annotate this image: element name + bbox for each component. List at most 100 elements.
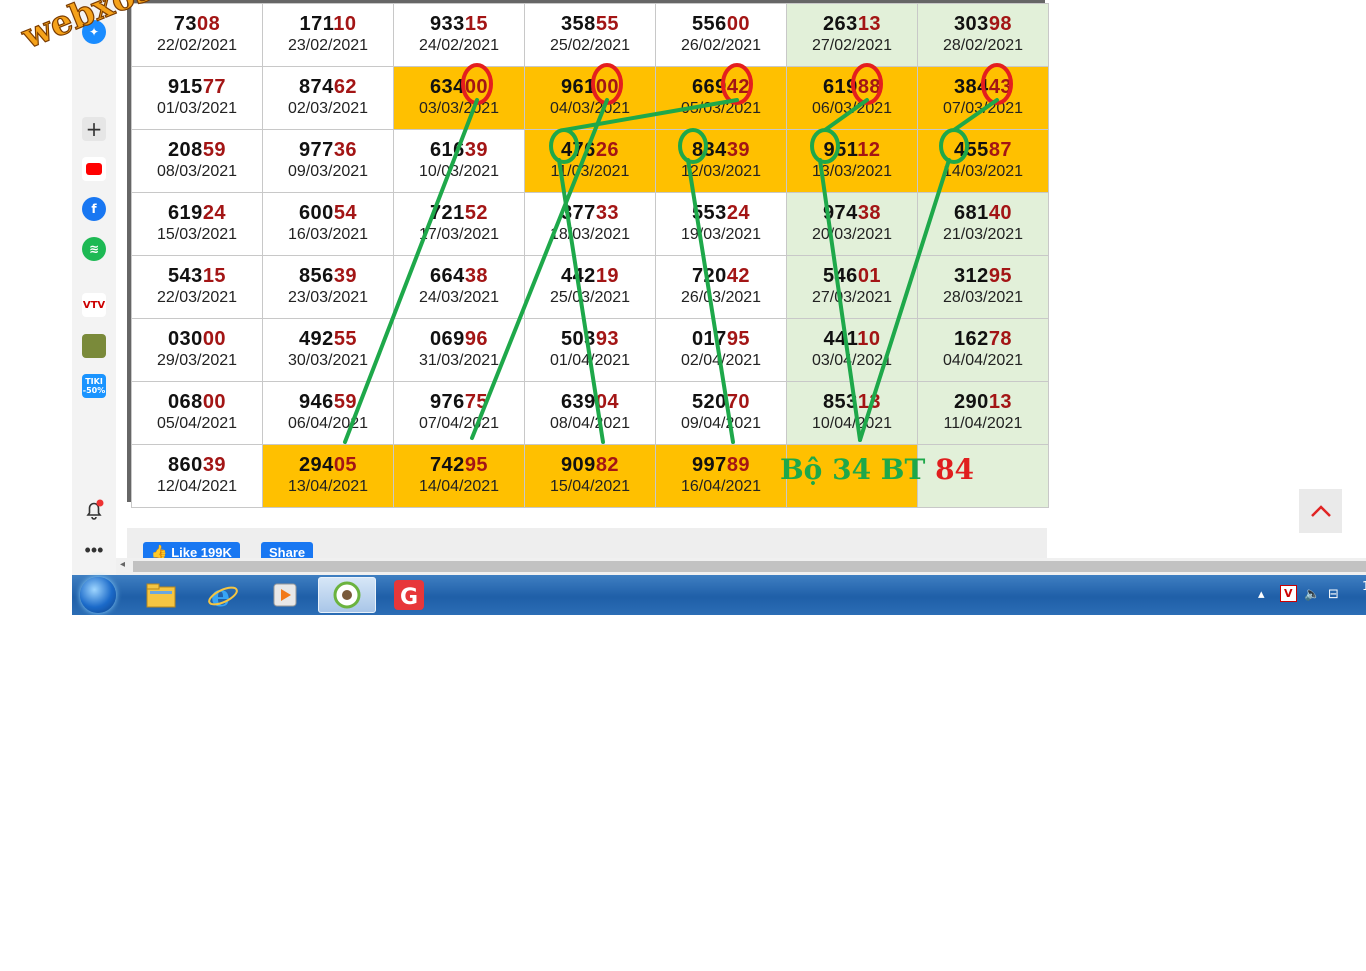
result-number: 37733 xyxy=(525,202,655,226)
horizontal-scrollbar[interactable]: ◂ xyxy=(116,558,1366,575)
tiki-discount: -50% xyxy=(82,386,106,395)
result-date: 30/03/2021 xyxy=(287,352,369,369)
result-date: 15/04/2021 xyxy=(549,478,631,495)
result-cell: 54601 27/03/2021 xyxy=(786,255,918,319)
number-prefix: 069 xyxy=(429,328,465,350)
v-icon[interactable]: V xyxy=(1280,585,1297,602)
number-prefix: 874 xyxy=(298,76,334,98)
internet-explorer-icon[interactable]: e xyxy=(194,577,252,613)
show-hidden-icons[interactable]: ▴ xyxy=(1258,587,1265,602)
game-icon[interactable] xyxy=(82,334,106,358)
number-last-two: 55 xyxy=(333,328,358,350)
result-date: 12/03/2021 xyxy=(680,163,762,180)
result-date: 26/03/2021 xyxy=(680,289,762,306)
table-row: 61924 15/03/2021 60054 16/03/2021 72152 17/03… xyxy=(131,192,1049,256)
number-last-two: 38 xyxy=(464,265,489,287)
number-last-two: 93 xyxy=(595,328,620,350)
table-row: 20859 08/03/2021 97736 09/03/2021 61639 10/03… xyxy=(131,129,1049,193)
result-number: 95112 xyxy=(787,139,917,163)
clock[interactable]: 1 xyxy=(1362,579,1366,593)
add-icon[interactable]: + xyxy=(82,117,106,141)
number-prefix: 384 xyxy=(953,76,989,98)
result-cell: 87462 02/03/2021 xyxy=(262,66,394,130)
volume-icon[interactable]: 🔈 xyxy=(1304,587,1320,602)
number-prefix: 742 xyxy=(429,454,465,476)
scroll-left-arrow-icon[interactable]: ◂ xyxy=(120,559,125,570)
result-number: 20859 xyxy=(132,139,262,163)
result-number: 90982 xyxy=(525,454,655,478)
number-prefix: 290 xyxy=(953,391,989,413)
result-date: 07/04/2021 xyxy=(418,415,500,432)
result-number: 97438 xyxy=(787,202,917,226)
number-last-two: 13 xyxy=(988,391,1013,413)
result-number: 03000 xyxy=(132,328,262,352)
prediction-note-green: Bộ 34 BT xyxy=(780,453,926,486)
number-last-two: 39 xyxy=(726,139,751,161)
number-last-two: 95 xyxy=(988,265,1013,287)
result-date: 28/03/2021 xyxy=(942,289,1024,306)
result-cell: 61988 06/03/2021 xyxy=(786,66,918,130)
number-last-two: 00 xyxy=(595,76,620,98)
notification-bell-icon[interactable] xyxy=(82,498,106,522)
result-cell: 52070 09/04/2021 xyxy=(655,381,787,445)
result-number: 06996 xyxy=(394,328,524,352)
vtv-go-icon[interactable]: VTV xyxy=(82,293,106,317)
number-prefix: 162 xyxy=(953,328,989,350)
result-cell: 72152 17/03/2021 xyxy=(393,192,525,256)
network-icon[interactable]: ⊟ xyxy=(1328,587,1339,602)
number-last-two: 01 xyxy=(857,265,882,287)
number-last-two: 24 xyxy=(202,202,227,224)
table-row: 7308 22/02/2021 17110 23/02/2021 93315 24/02/… xyxy=(131,3,1049,67)
number-last-two: 95 xyxy=(726,328,751,350)
result-cell: 85313 10/04/2021 xyxy=(786,381,918,445)
start-button[interactable] xyxy=(80,577,116,613)
result-date: 09/04/2021 xyxy=(680,415,762,432)
number-prefix: 543 xyxy=(167,265,203,287)
number-last-two: 59 xyxy=(333,391,358,413)
result-cell: 38443 07/03/2021 xyxy=(917,66,1049,130)
result-number: 17110 xyxy=(263,13,393,37)
result-cell: 26313 27/02/2021 xyxy=(786,3,918,67)
table-row: 06800 05/04/2021 94659 06/04/2021 97675 07/04… xyxy=(131,381,1049,445)
result-date: 08/03/2021 xyxy=(156,163,238,180)
result-date: 05/03/2021 xyxy=(680,100,762,117)
result-number: 97736 xyxy=(263,139,393,163)
number-prefix: 377 xyxy=(560,202,596,224)
result-number: 72152 xyxy=(394,202,524,226)
garena-icon[interactable]: G xyxy=(380,577,438,613)
result-cell: 95112 13/03/2021 xyxy=(786,129,918,193)
result-cell: 60054 16/03/2021 xyxy=(262,192,394,256)
number-prefix: 358 xyxy=(560,13,596,35)
lottery-results-table: 7308 22/02/2021 17110 23/02/2021 93315 24/02/… xyxy=(131,3,1049,508)
result-cell: 45587 14/03/2021 xyxy=(917,129,1049,193)
youtube-icon[interactable] xyxy=(82,157,106,181)
more-icon[interactable]: ••• xyxy=(82,540,106,560)
result-date: 20/03/2021 xyxy=(811,226,893,243)
coccoc-browser-icon[interactable] xyxy=(318,577,376,613)
result-number: 45587 xyxy=(918,139,1048,163)
result-number: 91577 xyxy=(132,76,262,100)
result-date: 11/03/2021 xyxy=(550,163,630,180)
scroll-to-top-button[interactable] xyxy=(1299,489,1342,533)
file-explorer-icon[interactable] xyxy=(132,577,190,613)
result-number: 72042 xyxy=(656,265,786,289)
number-last-two: 19 xyxy=(595,265,620,287)
result-number: 60054 xyxy=(263,202,393,226)
result-cell: 74295 14/04/2021 xyxy=(393,444,525,508)
scrollbar-thumb[interactable] xyxy=(133,561,1366,572)
spotify-icon[interactable]: ≋ xyxy=(82,237,106,261)
result-date: 18/03/2021 xyxy=(549,226,631,243)
number-last-two: 87 xyxy=(988,139,1013,161)
number-prefix: 442 xyxy=(560,265,596,287)
facebook-icon[interactable]: f xyxy=(82,197,106,221)
number-last-two: 13 xyxy=(857,391,882,413)
result-number: 97675 xyxy=(394,391,524,415)
number-prefix: 976 xyxy=(429,391,465,413)
number-last-two: 89 xyxy=(726,454,751,476)
result-cell: 63400 03/03/2021 xyxy=(393,66,525,130)
tiki-icon[interactable]: TIKI -50% xyxy=(82,374,106,398)
result-number: 55600 xyxy=(656,13,786,37)
number-last-two: 42 xyxy=(726,76,751,98)
media-player-icon[interactable] xyxy=(256,577,314,613)
number-last-two: 77 xyxy=(202,76,227,98)
